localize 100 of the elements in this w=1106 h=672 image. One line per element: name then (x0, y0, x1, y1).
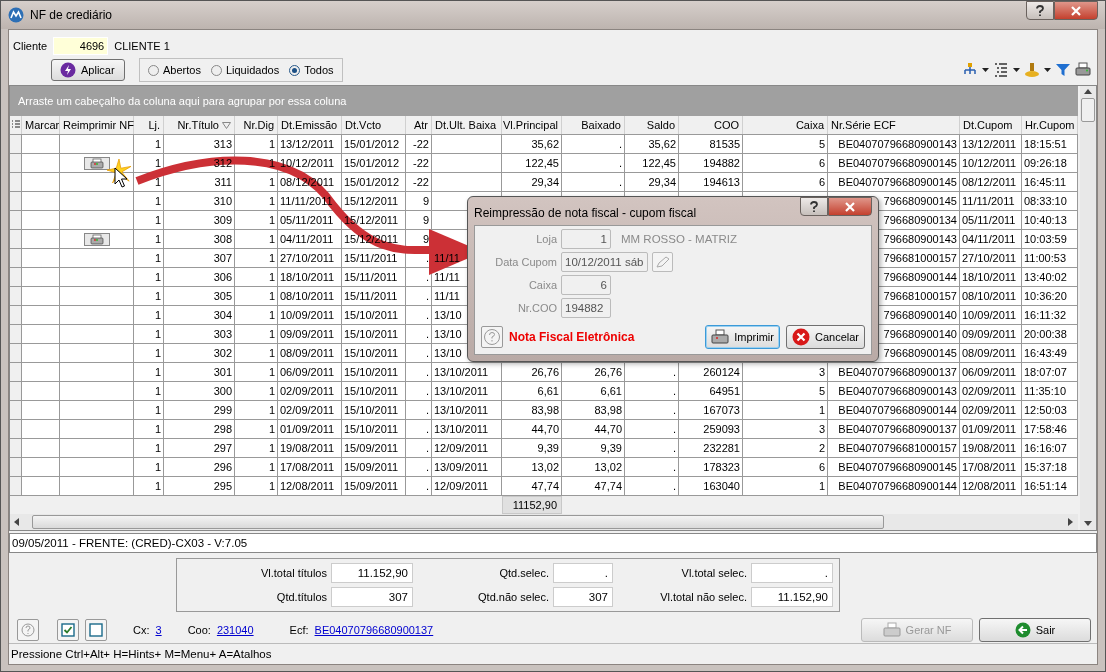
reprint-printer-icon[interactable] (83, 232, 110, 246)
table-cell: 15/10/2011 (344, 309, 399, 322)
cx-link[interactable]: 3 (155, 623, 162, 636)
row-selector[interactable] (10, 401, 22, 420)
column-header[interactable]: Dt.Cupom (963, 119, 1013, 132)
client-code-field[interactable]: 4696 (53, 36, 109, 55)
column-header[interactable]: Atr (413, 119, 428, 132)
total-field[interactable]: . (751, 562, 833, 583)
table-cell: 796680900144 (883, 271, 957, 284)
column-header[interactable]: Saldo (646, 119, 675, 132)
close-button[interactable] (828, 197, 872, 216)
column-header[interactable]: Dt.Ult. Baixa (435, 119, 497, 132)
scroll-thumb[interactable] (1081, 98, 1095, 123)
total-field[interactable]: 11.152,90 (751, 586, 833, 607)
scroll-up-icon[interactable] (1084, 89, 1092, 96)
total-field[interactable]: . (553, 562, 613, 583)
table-cell: . (672, 442, 676, 455)
print-button[interactable]: Imprimir (705, 325, 780, 349)
scroll-left-icon[interactable] (14, 518, 20, 527)
column-header[interactable]: Vl.Principal (502, 119, 558, 132)
row-selector[interactable] (10, 420, 22, 439)
row-selector[interactable] (10, 382, 22, 401)
row-selector[interactable] (10, 211, 22, 230)
table-cell: 13/12/2011 (962, 138, 1017, 151)
row-selector[interactable] (10, 173, 22, 192)
table-cell: -22 (413, 138, 429, 151)
scroll-down-icon[interactable] (1084, 521, 1092, 528)
row-selector[interactable] (10, 477, 22, 496)
dropdown-caret-icon[interactable] (1013, 68, 1020, 73)
scroll-right-icon[interactable] (1068, 518, 1074, 527)
row-selector[interactable] (10, 230, 22, 249)
table-cell: BE04070796680900143 (838, 385, 957, 398)
exit-button[interactable]: Sair (979, 617, 1091, 642)
list-icon[interactable] (993, 62, 1009, 79)
help-button[interactable] (1026, 1, 1054, 20)
row-selector[interactable] (10, 268, 22, 287)
ecf-link[interactable]: BE04070796680900137 (314, 623, 434, 636)
column-header[interactable]: Dt.Emissão (281, 119, 338, 132)
column-header[interactable]: COO (713, 119, 739, 132)
dropdown-caret-icon[interactable] (1044, 68, 1051, 73)
column-header[interactable]: Reimprimir NF (63, 119, 134, 132)
filter-icon[interactable] (1055, 62, 1071, 79)
table-cell: . (672, 366, 676, 379)
column-header[interactable]: Dt.Vcto (345, 119, 382, 132)
column-header[interactable]: Caixa (795, 119, 824, 132)
total-field[interactable]: 11.152,90 (331, 562, 413, 583)
cancel-button[interactable]: Cancelar (785, 325, 865, 349)
row-selector[interactable] (10, 458, 22, 477)
row-selector[interactable] (10, 325, 22, 344)
row-selector[interactable] (10, 154, 22, 173)
table-cell: 26,76 (531, 366, 559, 379)
reprint-printer-icon[interactable] (83, 156, 110, 170)
column-header[interactable]: Nr.Dig (243, 119, 274, 132)
apply-button[interactable]: Aplicar (51, 59, 125, 82)
total-field[interactable]: 307 (331, 586, 413, 607)
table-cell: 06/09/2011 (962, 366, 1017, 379)
table-cell: 02/09/2011 (280, 385, 335, 398)
column-header[interactable]: Nr.Série ECF (831, 119, 896, 132)
filter-radio[interactable]: Liquidados (210, 64, 280, 77)
table-cell: 15/01/2012 (344, 157, 400, 170)
row-selector[interactable] (10, 344, 22, 363)
column-header[interactable]: Nr.Título (177, 119, 219, 132)
row-selector[interactable] (10, 306, 22, 325)
dropdown-caret-icon[interactable] (982, 68, 989, 73)
vertical-scrollbar[interactable] (1080, 86, 1096, 531)
column-header[interactable]: Hr.Cupom (1025, 119, 1075, 132)
close-button[interactable] (1054, 1, 1098, 20)
help-button[interactable] (800, 197, 828, 216)
table-cell: 13/10/2011 (434, 366, 489, 379)
row-selector[interactable] (10, 192, 22, 211)
table-cell: 1 (268, 328, 275, 341)
column-chooser-icon[interactable] (11, 120, 20, 131)
column-header[interactable]: Marcar (25, 119, 60, 132)
table-cell: 5 (818, 385, 825, 398)
coo-link[interactable]: 231040 (216, 623, 254, 636)
row-selector[interactable] (10, 439, 22, 458)
row-selector[interactable] (10, 249, 22, 268)
select-all-button[interactable] (57, 618, 79, 641)
table-cell: . (425, 442, 429, 455)
deselect-all-button[interactable] (85, 618, 107, 641)
filter-radio[interactable]: Todos (289, 64, 334, 77)
column-header[interactable]: Lj. (148, 119, 160, 132)
row-selector[interactable] (10, 363, 22, 382)
table-cell: 1 (154, 328, 161, 341)
table-cell: 11/11 (434, 290, 460, 303)
field-label: Nr.COO (516, 302, 557, 314)
table-cell: 1 (268, 271, 275, 284)
row-selector[interactable] (10, 287, 22, 306)
row-selector[interactable] (10, 135, 22, 154)
horizontal-scrollbar[interactable] (10, 514, 1078, 531)
column-header[interactable]: Baixado (581, 119, 621, 132)
table-cell: 16:43:49 (1024, 347, 1067, 360)
printer-icon[interactable] (1075, 62, 1091, 79)
total-field[interactable]: 307 (553, 586, 613, 607)
table-cell: 08/10/2011 (962, 290, 1017, 303)
table-cell: . (425, 480, 429, 493)
edit-button[interactable] (652, 252, 673, 272)
close-icon (1070, 5, 1082, 16)
table-cell: 18:07:07 (1024, 366, 1067, 379)
filter-radio[interactable]: Abertos (148, 64, 201, 77)
